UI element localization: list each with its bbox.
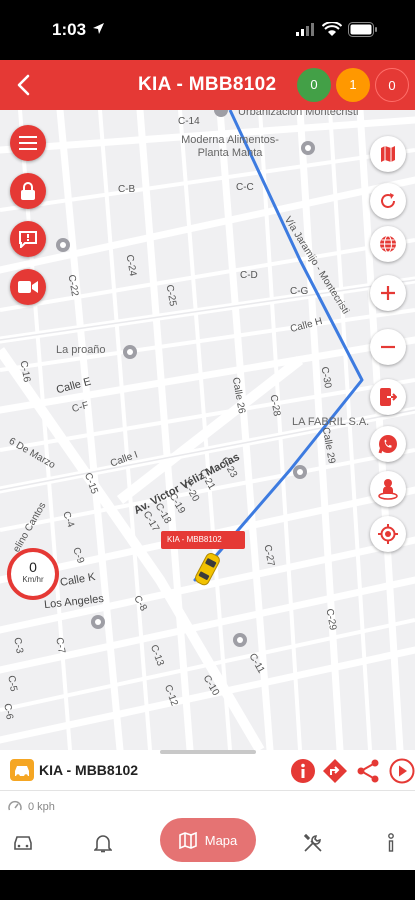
street-label: C-G [290, 286, 309, 297]
map-layer-button[interactable] [370, 136, 406, 172]
center-location-button[interactable] [370, 516, 406, 552]
bottom-nav: Mapa [0, 818, 415, 870]
video-button[interactable] [10, 269, 46, 305]
person-location-icon [378, 479, 398, 500]
lock-button[interactable] [10, 173, 46, 209]
vehicle-map-label[interactable]: KIA - MBB8102 [161, 531, 245, 549]
map-icon [178, 831, 197, 849]
speed-gauge: 0 Km/hr [7, 548, 59, 600]
message-button[interactable] [10, 221, 46, 257]
divider [0, 790, 415, 791]
poi-label[interactable]: Moderna Alimentos-Planta Manta [170, 134, 290, 160]
refresh-button[interactable] [370, 183, 406, 219]
target-icon [378, 524, 398, 544]
exit-icon [380, 388, 397, 406]
status-time: 1:03 [52, 20, 87, 39]
nav-map[interactable]: Mapa [160, 818, 256, 862]
speed-value: 0 [29, 559, 37, 575]
drag-handle[interactable] [160, 750, 256, 754]
street-label: C-C [236, 182, 254, 193]
zoom-out-button[interactable] [370, 329, 406, 365]
person-location-button[interactable] [370, 471, 406, 507]
signal-icon [296, 23, 314, 36]
nav-notifications[interactable] [88, 828, 118, 858]
refresh-icon [381, 193, 395, 208]
nav-tools[interactable] [298, 828, 328, 858]
speed-unit: Km/hr [22, 575, 44, 584]
speedometer-icon [8, 800, 22, 811]
play-icon[interactable] [389, 758, 415, 784]
current-speed-text: 0 kph [28, 801, 55, 813]
street-label: C-B [118, 184, 136, 195]
street-label: C-D [240, 270, 258, 281]
whatsapp-button[interactable] [370, 426, 406, 462]
menu-icon [19, 136, 37, 150]
wifi-icon [322, 22, 342, 36]
video-icon [18, 281, 38, 293]
back-arrow-icon[interactable] [12, 72, 36, 98]
tools-icon [303, 833, 322, 852]
zoom-in-icon [381, 286, 395, 300]
message-icon [19, 231, 37, 248]
lock-icon [21, 181, 35, 200]
map-view[interactable]: C-14 C-B C-C C-D C-25 C-24 C-22 C-16 Cal… [0, 110, 415, 750]
car-badge-icon [10, 759, 34, 781]
zoom-in-button[interactable] [370, 275, 406, 311]
info-icon[interactable] [290, 758, 316, 784]
poi-label[interactable]: Urbanización Montecristi [238, 110, 358, 118]
zoom-out-icon [381, 345, 395, 349]
app-header: KIA - MBB8102 0 1 0 [0, 60, 415, 110]
street-grid [0, 110, 415, 750]
home-indicator-area [0, 870, 415, 900]
exit-button[interactable] [370, 379, 406, 415]
nav-more[interactable] [376, 828, 406, 858]
nav-vehicles[interactable] [8, 828, 38, 858]
status-bar: 1:03 [0, 0, 415, 60]
car-icon [14, 836, 32, 850]
poi-label[interactable]: LA FABRIL S.A. [292, 416, 369, 428]
share-icon[interactable] [355, 758, 381, 784]
bell-icon [94, 835, 112, 853]
map-icon [381, 146, 395, 162]
globe-icon [380, 235, 396, 253]
page-title: KIA - MBB8102 [138, 74, 277, 95]
status-badge-orange[interactable]: 1 [336, 68, 370, 102]
poi-label[interactable]: La proaño [56, 344, 106, 356]
street-label: C-14 [178, 116, 200, 127]
more-icon [388, 833, 394, 852]
vehicle-bottom-sheet: KIA - MBB8102 0 kph Mapa [0, 750, 415, 870]
vehicle-name: KIA - MBB8102 [39, 762, 139, 778]
status-badge-red[interactable]: 0 [375, 68, 409, 102]
status-badge-green[interactable]: 0 [297, 68, 331, 102]
directions-icon[interactable] [322, 758, 348, 784]
location-arrow-icon [93, 23, 104, 34]
globe-button[interactable] [370, 226, 406, 262]
nav-map-label: Mapa [204, 832, 238, 848]
menu-button[interactable] [10, 125, 46, 161]
battery-icon [348, 22, 377, 37]
whatsapp-icon [378, 435, 397, 454]
